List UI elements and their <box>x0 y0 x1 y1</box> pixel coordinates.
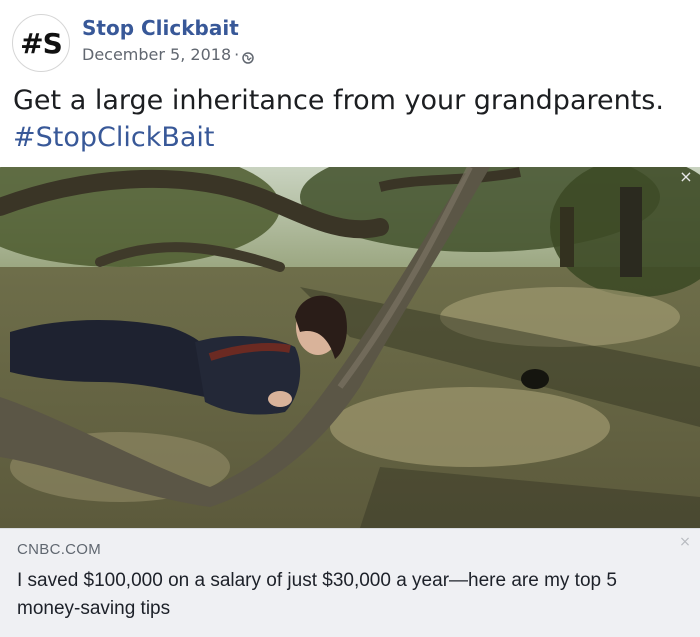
caption-hashtag-link[interactable]: #StopClickBait <box>13 122 215 153</box>
photo-close-icon[interactable]: × <box>678 169 694 185</box>
post-header: #S Stop Clickbait December 5, 2018 · <box>12 14 692 72</box>
facebook-post: #S Stop Clickbait December 5, 2018 · Get… <box>0 0 700 637</box>
link-close-icon[interactable]: × <box>678 535 692 549</box>
post-meta: December 5, 2018 · <box>82 45 254 64</box>
photo-woman-on-tree-branch <box>0 167 700 528</box>
page-name-link[interactable]: Stop Clickbait <box>82 16 239 40</box>
post-photo[interactable]: × <box>0 167 700 528</box>
page-avatar[interactable]: #S <box>12 14 70 72</box>
globe-icon[interactable] <box>242 49 254 64</box>
link-title[interactable]: I saved $100,000 on a salary of just $30… <box>17 567 667 623</box>
caption-text: Get a large inheritance from your grandp… <box>13 85 664 116</box>
link-domain: CNBC.COM <box>17 541 102 558</box>
post-date-link[interactable]: December 5, 2018 <box>82 45 231 64</box>
meta-separator: · <box>234 45 240 64</box>
link-preview-card[interactable]: CNBC.COM I saved $100,000 on a salary of… <box>0 528 700 637</box>
avatar-logo-text: #S <box>20 26 63 60</box>
post-caption: Get a large inheritance from your grandp… <box>13 82 689 156</box>
